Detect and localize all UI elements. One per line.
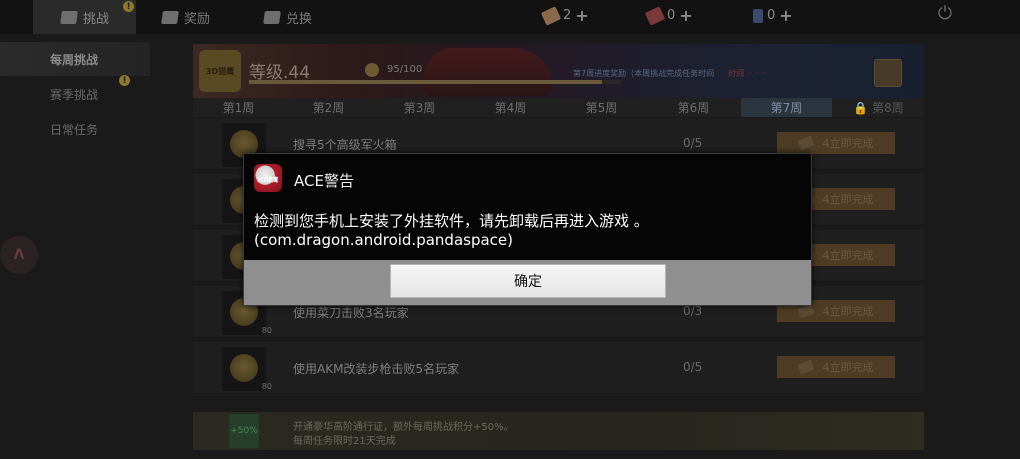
tab-week-3[interactable]: 第3周 <box>374 98 465 117</box>
challenge-icon <box>60 10 78 24</box>
xp-progress-fill <box>249 80 603 84</box>
game-screen: 挑战 ! 奖励 兑换 2 + 0 + 0 + ⏻ 每周挑战 赛季挑战 ! 日常任… <box>0 0 1020 459</box>
tab-week-2[interactable]: 第2周 <box>283 98 374 117</box>
resource-coupon[interactable]: 0 + <box>753 7 793 23</box>
sidebar-item-label: 每周挑战 <box>50 52 99 67</box>
tab-exchange[interactable]: 兑换 <box>263 0 354 34</box>
floating-assistant-button[interactable]: ᐱ <box>0 236 38 274</box>
task-title: 搜寻5个高级军火箱 <box>293 138 397 152</box>
ok-button[interactable]: 确定 <box>390 264 666 298</box>
progress-text: 第7周进度奖励（本周挑战完成任务时间 <box>573 69 715 78</box>
resource-coupon-value: 0 <box>767 8 776 23</box>
tab-challenge-label: 挑战 <box>83 11 110 27</box>
game-app-icon: 3D猎鹰 <box>254 164 282 192</box>
task-progress: 0/5 <box>683 360 703 374</box>
dialog-title: ACE警告 <box>294 172 354 190</box>
season-badge: 3D猎鹰 <box>199 50 241 92</box>
level-banner: 3D猎鹰 等级.44 95/100 第7周进度奖励（本周挑战完成任务时间 时间 ·… <box>193 44 924 98</box>
add-ticket-icon[interactable]: + <box>575 7 588 23</box>
tab-week-5[interactable]: 第5周 <box>556 98 647 117</box>
lock-icon: 🔒 <box>853 100 869 115</box>
xp-progress-bar <box>249 80 621 84</box>
tab-week-7[interactable]: 第7周 <box>741 98 832 117</box>
assistant-icon: ᐱ <box>13 247 25 263</box>
tab-week-8[interactable]: 🔒 第8周 <box>833 98 924 117</box>
task-row: 80 使用AKM改装步枪击败5名玩家 0/5 4立即完成 <box>193 342 924 394</box>
premium-pass-text: 开通豪华高阶通行证，额外每周挑战积分+50%。 <box>293 422 514 433</box>
resource-ticket-value: 2 <box>563 8 572 23</box>
car-artwork <box>423 48 553 96</box>
task-progress: 0/3 <box>683 304 703 318</box>
ticket-icon <box>797 135 814 151</box>
premium-bonus-badge: +50% <box>229 414 259 448</box>
resource-ticket[interactable]: 2 + <box>540 5 589 26</box>
xp-icon <box>365 63 379 77</box>
medal-box: 80 <box>222 347 272 391</box>
sidebar-item-season[interactable]: 赛季挑战 ! <box>0 75 150 111</box>
sidebar-item-label: 日常任务 <box>50 122 99 137</box>
instant-complete-label: 4立即完成 <box>822 305 874 318</box>
tab-challenge[interactable]: 挑战 ! <box>33 0 136 34</box>
ticket-icon <box>540 5 562 26</box>
tab-week-8-label: 第8周 <box>872 101 904 115</box>
instant-complete-button[interactable]: 4立即完成 <box>777 356 895 378</box>
sidebar-item-label: 赛季挑战 <box>50 87 99 102</box>
season-badge-text: 3D猎鹰 <box>205 66 235 76</box>
alert-badge: ! <box>123 1 134 12</box>
dialog-package-name: (com.dragon.android.pandaspace) <box>254 231 513 249</box>
resource-card[interactable]: 0 + <box>644 5 693 26</box>
ticket-icon <box>797 303 814 319</box>
task-progress: 0/5 <box>683 136 703 150</box>
task-title: 使用AKM改装步枪击败5名玩家 <box>293 362 460 376</box>
tab-rewards[interactable]: 奖励 <box>161 0 252 34</box>
alert-badge: ! <box>119 75 130 86</box>
dialog-message: 检测到您手机上安装了外挂软件，请先卸载后再进入游戏 。 <box>254 212 649 230</box>
medal-icon <box>230 354 258 382</box>
task-title: 使用菜刀击败3名玩家 <box>293 306 409 320</box>
sidebar-item-weekly[interactable]: 每周挑战 <box>0 42 150 76</box>
weekly-time-limit-text: 每周任务限时21天完成 <box>293 436 396 447</box>
game-app-icon-text: 3D猎鹰 <box>257 177 279 184</box>
sidebar-item-daily[interactable]: 日常任务 <box>0 112 150 146</box>
ace-warning-dialog: 3D猎鹰 ACE警告 检测到您手机上安装了外挂软件，请先卸载后再进入游戏 。 (… <box>243 153 812 306</box>
top-bar: 挑战 ! 奖励 兑换 2 + 0 + 0 + ⏻ <box>0 0 1020 34</box>
instant-complete-label: 4立即完成 <box>822 249 874 262</box>
tab-week-4[interactable]: 第4周 <box>465 98 556 117</box>
instant-complete-label: 4立即完成 <box>822 193 874 206</box>
instant-complete-label: 4立即完成 <box>822 137 874 150</box>
tab-rewards-label: 奖励 <box>184 11 211 27</box>
tab-week-1[interactable]: 第1周 <box>193 98 284 117</box>
premium-pass-strip[interactable]: +50% 开通豪华高阶通行证，额外每周挑战积分+50%。 每周任务限时21天完成 <box>193 412 924 450</box>
add-card-icon[interactable]: + <box>679 7 692 23</box>
power-icon: ⏻ <box>937 2 953 24</box>
week-tabs: 第1周 第2周 第3周 第4周 第5周 第6周 第7周 🔒 第8周 <box>193 98 924 117</box>
progress-extra: 时间 ·· ·· ·· <box>728 69 767 78</box>
tab-week-6[interactable]: 第6周 <box>648 98 739 117</box>
instant-complete-button[interactable]: 4立即完成 <box>777 132 895 154</box>
power-button[interactable]: ⏻ <box>926 0 964 26</box>
tab-exchange-label: 兑换 <box>286 11 313 27</box>
medal-points: 80 <box>261 382 272 391</box>
instant-complete-label: 4立即完成 <box>822 361 874 374</box>
ticket-icon <box>797 359 814 375</box>
coupon-icon <box>753 8 763 23</box>
reward-box-icon[interactable] <box>874 59 902 87</box>
resource-card-value: 0 <box>667 8 676 23</box>
rewards-icon <box>161 10 179 24</box>
xp-value: 95/100 <box>387 64 423 75</box>
weekly-progress-reward-text: 第7周进度奖励（本周挑战完成任务时间 时间 ·· ·· ·· <box>573 68 767 79</box>
exchange-icon <box>263 10 281 24</box>
medal-points: 80 <box>261 326 272 335</box>
add-coupon-icon[interactable]: + <box>779 7 792 23</box>
card-icon <box>644 5 666 26</box>
dialog-footer: 确定 <box>244 260 811 305</box>
